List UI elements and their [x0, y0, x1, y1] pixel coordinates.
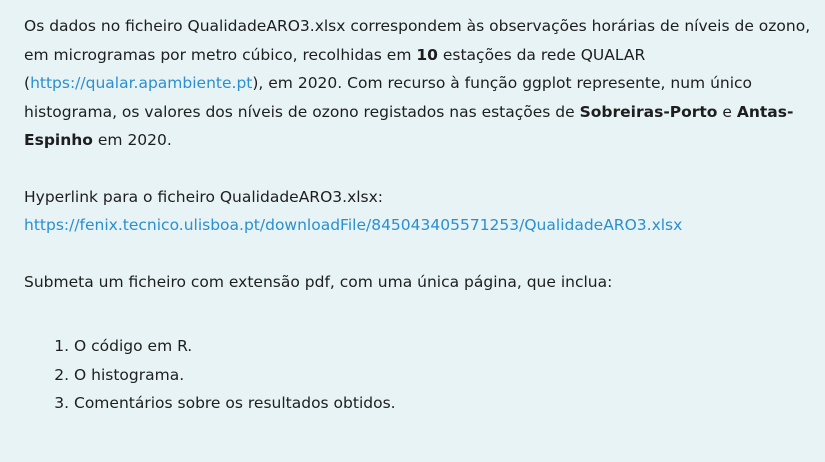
station-count: 10 [416, 45, 438, 64]
list-item: O código em R. [74, 332, 814, 361]
qualar-link[interactable]: https://qualar.apambiente.pt [30, 74, 252, 92]
station-sobreiras: Sobreiras-Porto [579, 102, 718, 121]
intro-paragraph: Os dados no ficheiro QualidadeARO3.xlsx … [24, 12, 814, 155]
intro-text-4: e [717, 102, 737, 121]
hyperlink-paragraph: Hyperlink para o ficheiro QualidadeARO3.… [24, 183, 814, 240]
submit-instructions: Submeta um ficheiro com extensão pdf, co… [24, 272, 613, 291]
list-item: O histograma. [74, 361, 814, 390]
list-item: Comentários sobre os resultados obtidos. [74, 389, 814, 418]
assignment-description: Os dados no ficheiro QualidadeARO3.xlsx … [24, 12, 814, 418]
hyperlink-label: Hyperlink para o ficheiro QualidadeARO3.… [24, 187, 384, 206]
download-link[interactable]: https://fenix.tecnico.ulisboa.pt/downloa… [24, 216, 682, 234]
intro-text-5: em 2020. [92, 131, 172, 149]
requirements-list: O código em R. O histograma. Comentários… [24, 332, 814, 418]
